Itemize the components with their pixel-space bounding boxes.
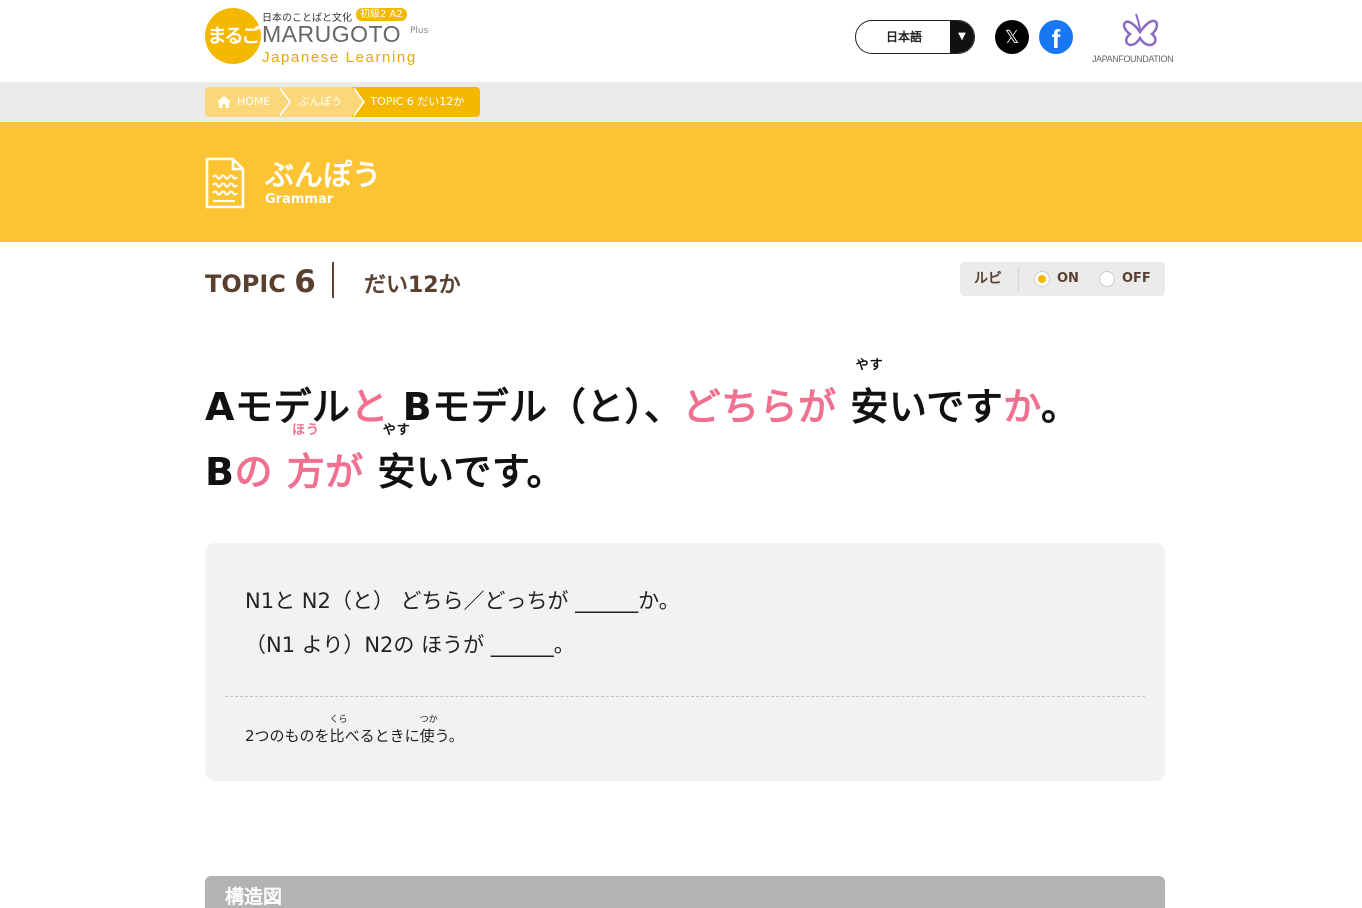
facebook-icon[interactable]: f bbox=[1039, 20, 1073, 54]
example-sentence-2: Bの 方ほうが 安やす いです。 bbox=[205, 423, 566, 494]
ruby-hou: 方ほう bbox=[286, 423, 326, 494]
topic-divider bbox=[332, 262, 334, 298]
page-subtitle: Grammar bbox=[265, 192, 334, 207]
breadcrumb: HOME ぶんぽう TOPIC 6 だい12か bbox=[205, 87, 481, 117]
level-badge: 初級2 A2 bbox=[356, 8, 407, 21]
page-title-band: ぶんぽう Grammar bbox=[0, 122, 1362, 242]
breadcrumb-current-label: TOPIC 6 だい12か bbox=[370, 95, 465, 108]
language-select[interactable]: 日本語 ▼ bbox=[855, 20, 975, 54]
ruby-yasu-2: 安やす bbox=[377, 423, 416, 494]
ruby-off-label[interactable]: OFF bbox=[1122, 262, 1151, 296]
structure-diagram-header: 構造図 bbox=[205, 876, 1165, 908]
page-title: ぶんぽう bbox=[265, 158, 382, 192]
topic-number: 6 bbox=[294, 264, 316, 300]
structure-title: 構造図 bbox=[225, 886, 283, 908]
ruby-on-label[interactable]: ON bbox=[1057, 262, 1079, 296]
lesson-name: だい12か bbox=[364, 273, 461, 298]
topic-text: TOPIC bbox=[205, 270, 286, 298]
chevron-down-icon: ▼ bbox=[950, 21, 974, 53]
pattern-line-2: （N1 より）N2の ほうが ______。 bbox=[245, 633, 575, 657]
breadcrumb-home[interactable]: HOME bbox=[205, 87, 292, 117]
breadcrumb-bar: HOME ぶんぽう TOPIC 6 だい12か bbox=[0, 82, 1362, 122]
logo-mark: まるごと bbox=[205, 8, 261, 103]
logo-name: MARUGOTO bbox=[262, 21, 402, 47]
example-sentence-1: Aモデルと Bモデル（と）、どちらが 安やす いですか。 bbox=[205, 358, 1080, 429]
breadcrumb-grammar-label: ぶんぽう bbox=[298, 95, 343, 108]
grammar-pattern-box: N1と N2（と） どちら／どっちが ______か。 （N1 より）N2の ほ… bbox=[205, 543, 1165, 781]
site-header: まるごと 日本のことばと文化 初級2 A2 MARUGOTO Plus Japa… bbox=[0, 0, 1362, 103]
ruby-yasu: 安やす bbox=[850, 358, 889, 429]
particle-no: の bbox=[234, 450, 273, 494]
document-icon bbox=[205, 157, 245, 209]
ruby-label: ルビ bbox=[974, 271, 1002, 287]
japan-foundation-text: JAPANFOUNDATION bbox=[1092, 54, 1174, 64]
ruby-on-radio[interactable] bbox=[1034, 271, 1050, 287]
highlight-dochiraga: どちらが bbox=[682, 385, 837, 429]
breadcrumb-home-label: HOME bbox=[237, 95, 271, 108]
logo-tagline: Japanese Learning bbox=[262, 49, 417, 66]
logo-plus: Plus bbox=[410, 26, 429, 36]
language-value: 日本語 bbox=[885, 30, 922, 44]
topic-label: TOPIC 6 bbox=[205, 264, 316, 300]
pattern-line-1: N1と N2（と） どちら／どっちが ______か。 bbox=[245, 589, 680, 613]
ruby-off-radio[interactable] bbox=[1099, 271, 1115, 287]
particle-ga: が bbox=[325, 450, 364, 494]
japan-foundation-logo[interactable]: JAPANFOUNDATION bbox=[1090, 8, 1174, 68]
particle-ka: か bbox=[1003, 385, 1042, 429]
usage-note: 2つのものを比 くら べるときに使 つか う。 bbox=[245, 715, 464, 745]
ruby-toggle: ルビ ON OFF bbox=[960, 262, 1165, 296]
home-icon bbox=[217, 96, 231, 108]
butterfly-icon bbox=[1122, 13, 1159, 47]
marugoto-logo[interactable]: まるごと 日本のことばと文化 初級2 A2 MARUGOTO Plus Japa… bbox=[205, 8, 445, 103]
breadcrumb-current: TOPIC 6 だい12か bbox=[352, 87, 481, 117]
x-twitter-icon[interactable]: 𝕏 bbox=[995, 20, 1029, 54]
dashed-divider bbox=[225, 696, 1145, 697]
